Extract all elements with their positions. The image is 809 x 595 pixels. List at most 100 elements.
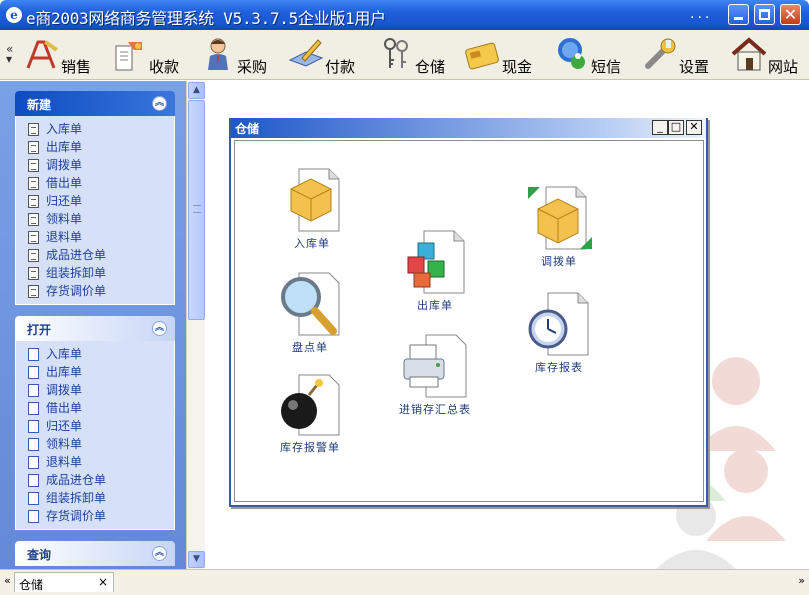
item-label: 退料单 [46,230,83,244]
toolbar-settings-button[interactable]: 设置 [642,34,717,76]
inner-minimize-button[interactable]: _ [652,120,668,135]
sidebar-item-open-requisition[interactable]: 领料单 [16,435,174,453]
close-button[interactable]: ✕ [780,4,801,25]
sidebar-item-open-outbound[interactable]: 出库单 [16,363,174,381]
item-label: 调拨单 [46,383,83,397]
toolbar-label: 付款 [325,58,356,76]
warehouse-item-inbound[interactable]: 入库单 [262,165,362,251]
maximize-button[interactable] [754,4,775,25]
toolbar-label: 销售 [61,58,92,76]
sidebar-group-query: 查询 ︽ [15,541,175,566]
inbound-box-icon [290,168,340,232]
sidebar-item-open-lend[interactable]: 借出单 [16,399,174,417]
warehouse-item-outbound[interactable]: 出库单 [385,227,485,313]
warehouse-item-summary-report[interactable]: 进销存汇总表 [385,331,485,417]
window-tab-bar: « 仓储 × » [0,569,809,595]
group-header-query[interactable]: 查询 ︽ [15,541,175,566]
sidebar-item-new-inbound[interactable]: 入库单 [16,120,174,138]
document-outline-icon [28,420,39,433]
group-header-open[interactable]: 打开 ︽ [15,316,175,341]
warehouse-item-stock-report[interactable]: 库存报表 [509,289,609,375]
tab-close-icon[interactable]: × [98,575,108,589]
minimize-icon [734,17,743,20]
toolbar-warehouse-button[interactable]: 仓储 [378,34,453,76]
collapse-icon[interactable]: ︽ [152,546,167,561]
main-toolbar: «▾ 销售 收款 采购 付款 仓储 现金 短信 设置 网站 [0,30,809,80]
item-label: 调拨单 [46,158,83,172]
item-label: 库存报表 [535,361,583,374]
toolbar-sms-button[interactable]: 短信 [554,34,629,76]
transfer-box-icon [528,186,592,250]
toolbar-label: 网站 [768,58,799,76]
warehouse-window-titlebar[interactable]: 仓储 _ □ ✕ [231,118,706,138]
item-label: 归还单 [46,194,83,208]
scroll-thumb[interactable] [188,100,205,320]
item-label: 调拨单 [541,255,577,268]
document-outline-icon [28,384,39,397]
toolbar-payment-button[interactable]: 付款 [288,34,363,76]
inner-maximize-button[interactable]: □ [668,120,684,135]
document-icon [28,123,39,136]
sidebar-item-open-transfer[interactable]: 调拨单 [16,381,174,399]
bomb-icon [281,374,340,436]
warehouse-item-stock-alarm[interactable]: 库存报警单 [260,369,360,455]
sidebar-item-new-lend[interactable]: 借出单 [16,174,174,192]
document-icon [28,231,39,244]
sidebar-item-open-inbound[interactable]: 入库单 [16,345,174,363]
item-label: 成品进仓单 [46,473,107,487]
scroll-down-icon[interactable]: ▼ [188,551,205,568]
sidebar-item-new-assembly[interactable]: 组装拆卸单 [16,264,174,282]
item-label: 入库单 [46,122,83,136]
item-label: 组装拆卸单 [46,266,107,280]
inner-close-button[interactable]: ✕ [686,120,702,135]
sidebar-item-new-requisition[interactable]: 领料单 [16,210,174,228]
app-icon[interactable]: e [6,7,22,23]
sidebar-item-open-return[interactable]: 归还单 [16,417,174,435]
sidebar-item-new-outbound[interactable]: 出库单 [16,138,174,156]
toolbar-chevron[interactable]: «▾ [6,43,13,65]
sidebar-item-new-transfer[interactable]: 调拨单 [16,156,174,174]
minimize-button[interactable] [728,4,749,25]
toolbar-receipt-button[interactable]: 收款 [112,34,187,76]
tab-warehouse[interactable]: 仓储 × [14,572,114,592]
item-label: 存货调价单 [46,284,107,298]
item-label: 出库单 [46,140,83,154]
item-label: 组装拆卸单 [46,491,107,505]
tab-scroll-right-icon[interactable]: » [798,574,805,587]
sidebar-item-new-price-adjust[interactable]: 存货调价单 [16,282,174,300]
warehouse-item-stocktake[interactable]: 盘点单 [260,269,360,355]
collapse-icon[interactable]: ︽ [152,96,167,111]
purchase-icon [208,38,228,70]
toolbar-website-button[interactable]: 网站 [731,34,806,76]
document-icon [28,213,39,226]
tab-scroll-left-icon[interactable]: « [4,574,11,587]
group-header-new[interactable]: 新建 ︽ [15,91,175,116]
sidebar-scrollbar[interactable]: ▲ ▼ [186,81,205,569]
item-label: 成品进仓单 [46,248,107,262]
sidebar-item-new-material-return[interactable]: 退料单 [16,228,174,246]
scroll-up-icon[interactable]: ▲ [188,82,205,99]
toolbar-purchase-button[interactable]: 采购 [200,34,275,76]
toolbar-label: 采购 [237,58,268,76]
sidebar-item-new-return[interactable]: 归还单 [16,192,174,210]
item-label: 借出单 [46,176,83,190]
item-label: 入库单 [46,347,83,361]
title-bar: e e商2003网络商务管理系统 V5.3.7.5企业版1用户 ... ✕ [0,0,809,30]
clock-report-icon [528,292,589,356]
sidebar-group-open: 打开 ︽ 入库单 出库单 调拨单 借出单 归还单 领料单 退料单 成品进仓单 组… [15,316,175,530]
sidebar-item-open-material-return[interactable]: 退料单 [16,453,174,471]
sidebar-item-new-finished-goods[interactable]: 成品进仓单 [16,246,174,264]
sidebar-item-open-price-adjust[interactable]: 存货调价单 [16,507,174,525]
toolbar-cash-button[interactable]: 现金 [465,34,540,76]
tab-label: 仓储 [19,578,44,592]
toolbar-sales-button[interactable]: 销售 [24,34,99,76]
collapse-icon[interactable]: ︽ [152,321,167,336]
sidebar-item-open-finished-goods[interactable]: 成品进仓单 [16,471,174,489]
grip-icon [193,205,201,213]
warehouse-item-transfer[interactable]: 调拨单 [509,183,609,269]
item-label: 退料单 [46,455,83,469]
document-outline-icon [28,438,39,451]
group-body: 入库单 出库单 调拨单 借出单 归还单 领料单 退料单 成品进仓单 组装拆卸单 … [15,341,175,530]
sidebar-item-open-assembly[interactable]: 组装拆卸单 [16,489,174,507]
item-label: 出库单 [46,365,83,379]
